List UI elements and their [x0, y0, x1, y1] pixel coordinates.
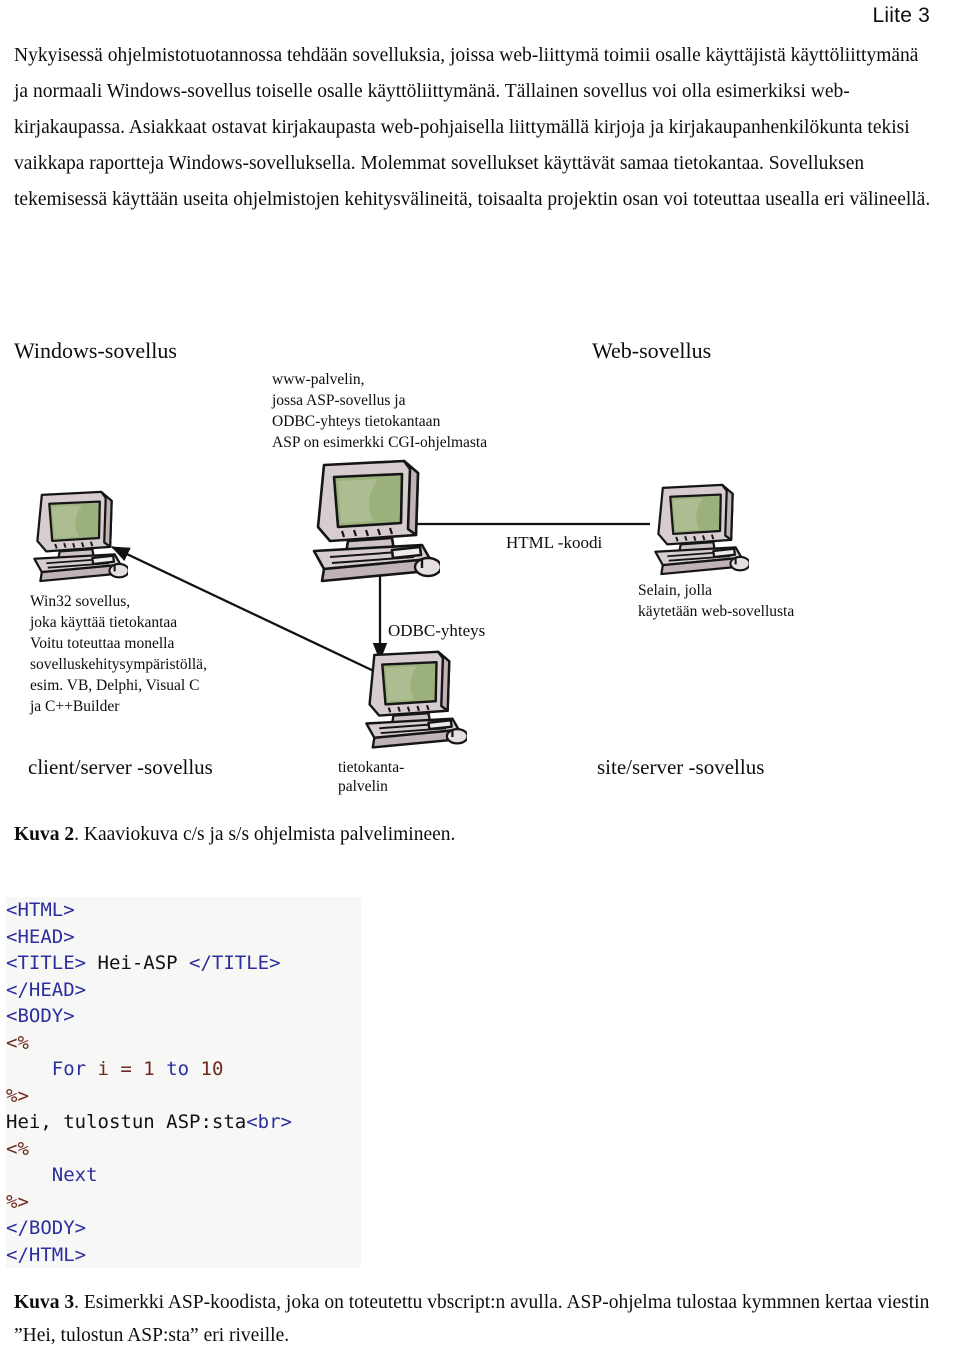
- code-line: <HTML>: [6, 897, 361, 924]
- code-token: For: [51, 1058, 87, 1080]
- note-win32-app: Win32 sovellus, joka käyttää tietokantaa…: [30, 593, 207, 715]
- appendix-header: Liite 3: [872, 4, 930, 27]
- caption-kuva2-text: . Kaaviokuva c/s ja s/s ohjelmista palve…: [74, 824, 456, 845]
- code-token: <%: [6, 1031, 29, 1054]
- computer-icon-database-server: [355, 647, 467, 749]
- code-token: Next: [51, 1164, 98, 1186]
- code-line: For i = 1 to 10: [6, 1056, 361, 1083]
- note-browser: Selain, jolla käytetään web-sovellusta: [638, 582, 795, 620]
- code-token: </TITLE>: [189, 952, 281, 974]
- caption-kuva2-number: Kuva 2: [14, 824, 75, 845]
- code-line: Hei, tulostun ASP:sta<br>: [6, 1109, 361, 1136]
- code-line: Next: [6, 1162, 361, 1189]
- arrow-label-html-koodi: HTML -koodi: [506, 533, 603, 552]
- note-www-server: www-palvelin, jossa ASP-sovellus ja ODBC…: [272, 371, 488, 451]
- caption-kuva3-number: Kuva 3: [14, 1292, 75, 1313]
- diagram-figure: Windows-sovellus Web-sovellus www-palvel…: [0, 325, 960, 815]
- code-token: </BODY>: [6, 1217, 87, 1239]
- asp-code-block: <HTML> <HEAD> <TITLE> Hei-ASP </TITLE> </HE…: [6, 897, 361, 1268]
- code-line: <%: [6, 1136, 361, 1163]
- code-line: </BODY>: [6, 1215, 361, 1242]
- code-line: %>: [6, 1083, 361, 1110]
- code-token: <HEAD>: [6, 925, 75, 948]
- arrow-label-odbc-yhteys: ODBC-yhteys: [388, 621, 486, 640]
- code-token: <TITLE>: [6, 952, 87, 974]
- diagram-title-left: Windows-sovellus: [14, 338, 177, 363]
- computer-icon-browser-client: [645, 480, 749, 576]
- code-line: <%: [6, 1030, 361, 1057]
- code-line: </HEAD>: [6, 977, 361, 1004]
- code-line: <HEAD>: [6, 924, 361, 951]
- code-token: %>: [6, 1190, 29, 1213]
- caption-kuva3-text: . Esimerkki ASP-koodista, joka on toteut…: [14, 1292, 930, 1346]
- code-token: <BODY>: [6, 1005, 75, 1027]
- diagram-footer-left: client/server -sovellus: [28, 755, 213, 779]
- code-token: <HTML>: [6, 899, 75, 921]
- code-line: <BODY>: [6, 1003, 361, 1030]
- code-line: <TITLE> Hei-ASP </TITLE>: [6, 950, 361, 977]
- code-line: </HTML>: [6, 1242, 361, 1269]
- code-token: Hei-ASP: [86, 952, 190, 974]
- code-token: </HEAD>: [6, 978, 87, 1001]
- computer-icon-win32-client: [24, 487, 128, 583]
- code-line: %>: [6, 1189, 361, 1216]
- caption-kuva2: Kuva 2. Kaaviokuva c/s ja s/s ohjelmista…: [14, 818, 944, 851]
- caption-kuva3: Kuva 3. Esimerkki ASP-koodista, joka on …: [14, 1286, 944, 1352]
- code-token: %>: [6, 1084, 29, 1107]
- code-token: 10: [200, 1058, 224, 1080]
- code-token: <%: [6, 1137, 29, 1160]
- code-token: </HTML>: [6, 1243, 87, 1266]
- diagram-title-right: Web-sovellus: [592, 338, 712, 363]
- code-token: Hei, tulostun ASP:sta: [6, 1111, 247, 1133]
- code-token: i = 1: [97, 1058, 155, 1080]
- computer-icon-www-server: [300, 455, 440, 583]
- code-token: to: [166, 1058, 190, 1080]
- node-label-database-server: tietokanta- palvelin: [338, 759, 405, 795]
- intro-paragraph: Nykyisessä ohjelmistotuotannossa tehdään…: [14, 45, 931, 210]
- diagram-footer-right: site/server -sovellus: [597, 755, 765, 779]
- code-token: <br>: [246, 1111, 292, 1133]
